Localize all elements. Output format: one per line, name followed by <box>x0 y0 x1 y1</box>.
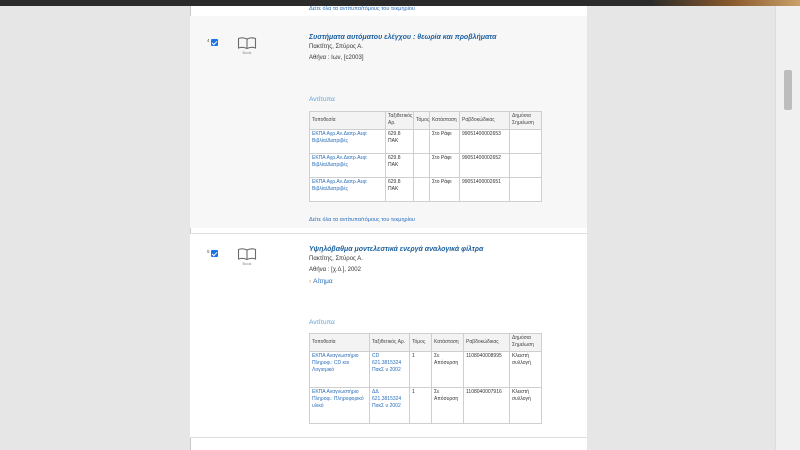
table-row: ΕΚΠΑ Αγρ.Αν.Διατρ.Αεφ: Βιβλία/Διατριβές … <box>309 128 542 154</box>
column-header-volume: Τόμος <box>413 111 430 130</box>
status-cell: Στο Ράφι <box>429 128 460 154</box>
holdings-header-row: Τοποθεσία Ταξιθετικός Αρ. Τόμος Κατάστασ… <box>309 333 542 352</box>
note-cell: Κλειστή συλλογή <box>509 350 542 388</box>
column-header-status: Κατάσταση <box>431 333 464 352</box>
status-cell: Στο Ράφι <box>429 152 460 178</box>
location-link[interactable]: ΕΚΠΑ Αγρ.Αν.Διατρ.Αεφ: Βιβλία/Διατριβές <box>312 179 367 192</box>
record-publication: Αθήνα : [χ.ό.], 2002 <box>309 267 361 273</box>
result-record-5: 5 Book Υψηλόβαθμα μοντελεστικά ενεργά αν… <box>190 233 587 438</box>
volume-cell <box>413 152 430 178</box>
volume-cell: 1 <box>409 350 432 388</box>
left-gutter <box>0 6 190 450</box>
table-row: ΕΚΠΑ Αγρ.Αν.Διατρ.Αεφ: Βιβλία/Διατριβές … <box>309 176 542 202</box>
column-header-status: Κατάσταση <box>429 111 460 130</box>
holdings-header-row: Τοποθεσία Ταξιθετικός Αρ. Τόμος Κατάστασ… <box>309 111 542 130</box>
status-cell: Στο Ράφι <box>429 176 460 202</box>
record-author: Πακτίτης, Σπύρος Α. <box>309 44 363 50</box>
item-type-label: Book <box>242 50 252 55</box>
table-row: ΕΚΠΑ Αναγνωστήριο Πληροφ.: Πληροφορικό υ… <box>309 386 542 424</box>
right-gutter <box>587 6 775 450</box>
scrollbar-thumb[interactable] <box>784 70 792 110</box>
page-scrollbar[interactable] <box>775 6 800 450</box>
location-link[interactable]: ΕΚΠΑ Αγρ.Αν.Διατρ.Αεφ: Βιβλία/Διατριβές <box>312 131 367 144</box>
table-row: ΕΚΠΑ Αναγνωστήριο Πληροφ.: CD και Λογισμ… <box>309 350 542 388</box>
table-row: ΕΚΠΑ Αγρ.Αν.Διατρ.Αεφ: Βιβλία/Διατριβές … <box>309 152 542 178</box>
call-number-link[interactable]: ΔΔ 621.3815324 ΠακΣ υ 2002 <box>372 389 401 410</box>
holdings-section-heading: Αντίτυπα <box>309 96 335 103</box>
column-header-location: Τοποθεσία <box>309 111 386 130</box>
record-title-link[interactable]: Συστήματα αυτόματου ελέγχου : θεωρία και… <box>309 34 497 41</box>
column-header-call-number: Ταξιθετικός Αρ. <box>385 111 414 130</box>
status-cell: Σε Απόσυρση <box>431 350 464 388</box>
column-header-location: Τοποθεσία <box>309 333 370 352</box>
select-record-checkbox[interactable] <box>211 250 218 257</box>
barcode-cell: 99051400002651 <box>459 176 510 202</box>
volume-cell: 1 <box>409 386 432 424</box>
column-header-public-note: Δημόσια Σημείωση <box>509 333 542 352</box>
column-header-barcode: Ραβδοκώδικας <box>463 333 510 352</box>
select-record-checkbox[interactable] <box>211 39 218 46</box>
note-cell <box>509 152 542 178</box>
status-cell: Σε Απόσυρση <box>431 386 464 424</box>
holdings-section-heading: Αντίτυπα <box>309 319 335 326</box>
location-link[interactable]: ΕΚΠΑ Αγρ.Αν.Διατρ.Αεφ: Βιβλία/Διατριβές <box>312 155 367 168</box>
call-number-link[interactable]: CD 621.3815324 ΠακΣ υ 2002 <box>372 353 401 374</box>
holdings-table: Τοποθεσία Ταξιθετικός Αρ. Τόμος Κατάστασ… <box>309 111 542 202</box>
call-number-cell: 629.8 ΠΑΚ <box>385 152 414 178</box>
arrow-right-icon: › <box>309 278 312 285</box>
barcode-cell: 99051400002653 <box>459 128 510 154</box>
result-record-4: 4 Book Συστήματα αυτόματου ελέγχου : θεω… <box>190 16 587 228</box>
column-header-public-note: Δημόσια Σημείωση <box>509 111 542 130</box>
column-header-call-number: Ταξιθετικός Αρ. <box>369 333 410 352</box>
barcode-cell: 99051400002652 <box>459 152 510 178</box>
record-author: Πακτίτης, Σπύρος Α. <box>309 256 363 262</box>
barcode-cell: 1108040008995 <box>463 350 510 388</box>
volume-cell <box>413 128 430 154</box>
column-header-barcode: Ραβδοκώδικας <box>459 111 510 130</box>
all-items-link[interactable]: Δείτε όλα τα αντίτυπα/τόμους του τεκμηρί… <box>309 217 415 223</box>
holdings-table: Τοποθεσία Ταξιθετικός Αρ. Τόμος Κατάστασ… <box>309 333 542 424</box>
note-cell: Κλειστή συλλογή <box>509 386 542 424</box>
column-header-volume: Τόμος <box>409 333 432 352</box>
record-number: 4 <box>207 38 210 43</box>
volume-cell <box>413 176 430 202</box>
record-number: 5 <box>207 249 210 254</box>
request-link-label: Αίτημα <box>313 278 333 285</box>
book-icon <box>237 37 257 50</box>
record-publication: Αθήνα : Ιων, [c2003] <box>309 55 364 61</box>
previous-record-all-items-link[interactable]: Δείτε όλα τα αντίτυπα/τόμους του τεκμηρί… <box>309 6 415 12</box>
note-cell <box>509 176 542 202</box>
location-link[interactable]: ΕΚΠΑ Αναγνωστήριο Πληροφ.: Πληροφορικό υ… <box>312 389 364 410</box>
barcode-cell: 1108040007916 <box>463 386 510 424</box>
record-title-link[interactable]: Υψηλόβαθμα μοντελεστικά ενεργά αναλογικά… <box>309 246 483 253</box>
request-link[interactable]: › Αίτημα <box>309 278 333 285</box>
call-number-cell: 629.8 ΠΑΚ <box>385 176 414 202</box>
item-type-label: Book <box>242 261 252 266</box>
location-link[interactable]: ΕΚΠΑ Αναγνωστήριο Πληροφ.: CD και Λογισμ… <box>312 353 359 374</box>
call-number-cell: 629.8 ΠΑΚ <box>385 128 414 154</box>
note-cell <box>509 128 542 154</box>
book-icon <box>237 248 257 261</box>
